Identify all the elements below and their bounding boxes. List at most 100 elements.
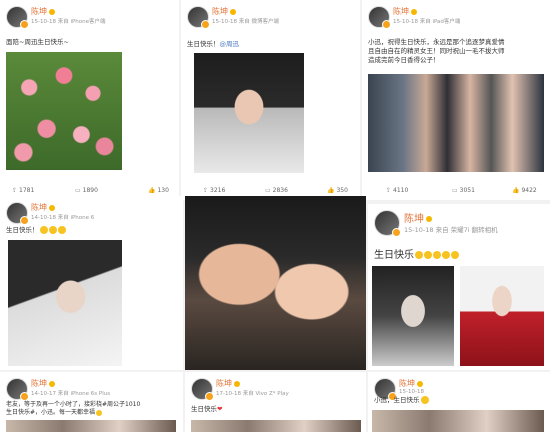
post-header: 陈坤 17-10-18 来自 Vivo Z* Play (185, 372, 366, 402)
weibo-post: 陈坤 14-10-18 来自 iPhone 6 生日快乐！ (0, 196, 183, 370)
post-text-line: 生日快乐#，小迅。每一天都幸福 (6, 409, 183, 417)
post-image[interactable] (372, 266, 454, 366)
username[interactable]: 陈坤 (212, 6, 236, 17)
post-image[interactable] (460, 266, 544, 366)
post-text: 生日快乐 (374, 250, 459, 262)
post-text: 面陪~周迅生日快乐~ (6, 38, 69, 46)
username[interactable]: 陈坤 (31, 378, 55, 389)
post-meta: 14-10-17 来自 iPhone 6s Plus (31, 391, 111, 397)
repost-icon: ⇪ (386, 187, 392, 194)
emoji-icon (39, 226, 48, 234)
post-text-line: 小迅，祝得生日快乐，永远是那个追逐梦真爱情 (368, 38, 505, 46)
post-image[interactable] (6, 420, 176, 432)
username[interactable]: 陈坤 (31, 6, 55, 17)
avatar[interactable] (6, 378, 29, 401)
avatar[interactable] (374, 210, 401, 237)
mention-link[interactable]: @周迅 (220, 40, 240, 48)
comment-icon: ▭ (75, 187, 81, 194)
repost-button[interactable]: ⇪ 4110 (386, 187, 408, 194)
username[interactable]: 陈坤 (404, 210, 432, 225)
post-image[interactable] (8, 240, 122, 366)
post-meta: 17-10-18 来自 Vivo Z* Play (216, 391, 289, 397)
verified-badge-icon (230, 8, 236, 15)
weibo-post: 陈坤 15-10-18 来自 iPhone客户端 面陪~周迅生日快乐~ ⇪ 178… (0, 0, 179, 200)
emoji-icon (96, 409, 103, 416)
verified-badge-icon (49, 204, 55, 211)
emoji-icon (415, 251, 423, 259)
verified-badge-icon (234, 380, 240, 387)
verified-badge-icon (49, 8, 55, 15)
post-header: 陈坤 15-10-18 来自 微博客户端 (181, 0, 360, 30)
thumb-up-icon: 👍 (148, 187, 156, 194)
emoji-icon (420, 396, 429, 404)
comment-button[interactable]: ▭ 2836 (265, 187, 288, 194)
post-text: 生日快乐！ (6, 226, 66, 235)
username[interactable]: 陈坤 (399, 378, 423, 389)
weibo-post: 陈坤 15-10-18 小迅，生日快乐 (368, 372, 550, 432)
weibo-post: 陈坤 17-10-18 来自 Vivo Z* Play 生日快乐❤ (185, 372, 366, 432)
like-button[interactable]: 👍 9422 (512, 187, 537, 194)
emoji-icon (442, 251, 450, 259)
avatar[interactable] (187, 6, 210, 29)
post-header: 陈坤 15-10-18 来自 iPhone客户端 (0, 0, 179, 30)
post-actions: ⇪ 4110 ▭ 3051 👍 9422 (362, 184, 550, 198)
like-button[interactable]: 👍 350 (327, 187, 348, 194)
weibo-post: 陈坤 14-10-17 来自 iPhone 6s Plus 老友，等于及再一个小… (0, 372, 183, 432)
weibo-post: 陈坤 15-10-18 来自 荣耀7i 翻转相机 生日快乐 (368, 204, 550, 370)
verified-badge-icon (417, 380, 423, 387)
username[interactable]: 陈坤 (31, 202, 55, 213)
thumb-up-icon: 👍 (512, 187, 520, 194)
post-text-line: 且自由自在的精灵女王！同时祝山一毛不拔大师 (368, 47, 505, 55)
comment-button[interactable]: ▭ 3051 (452, 187, 475, 194)
post-header: 陈坤 15-10-18 来自 iPad客户端 (362, 0, 550, 30)
post-meta: 15-10-18 来自 荣耀7i 翻转相机 (404, 226, 498, 234)
repost-icon: ⇪ (203, 187, 209, 194)
post-header: 陈坤 15-10-18 来自 荣耀7i 翻转相机 (368, 204, 550, 237)
emoji-icon (48, 226, 57, 234)
comment-icon: ▭ (452, 187, 458, 194)
post-meta: 15-10-18 来自 iPhone客户端 (31, 19, 106, 25)
post-image[interactable] (185, 196, 366, 370)
verified-badge-icon (411, 8, 417, 15)
post-image[interactable] (372, 410, 544, 432)
post-header: 陈坤 14-10-17 来自 iPhone 6s Plus (0, 372, 183, 402)
post-meta: 15-10-18 来自 iPad客户端 (393, 19, 461, 25)
post-text: 生日快乐❤ (191, 405, 223, 413)
post-text-line: 造成完前今日香得公子！ (368, 56, 440, 64)
post-image[interactable] (6, 52, 122, 170)
avatar[interactable] (6, 202, 29, 225)
username[interactable]: 陈坤 (393, 6, 417, 17)
emoji-icon (57, 226, 66, 234)
emoji-icon (424, 251, 432, 259)
post-text: 小迅，祝得生日快乐，永远是那个追逐梦真爱情 且自由自在的精灵女王！同时祝山一毛不… (368, 38, 548, 65)
avatar[interactable] (191, 378, 214, 401)
avatar[interactable] (368, 6, 391, 29)
emoji-icon (451, 251, 459, 259)
verified-badge-icon (426, 216, 432, 222)
repost-icon: ⇪ (12, 187, 18, 194)
comment-button[interactable]: ▭ 1890 (75, 187, 98, 194)
post-header: 陈坤 14-10-18 来自 iPhone 6 (0, 196, 183, 226)
post-text: 小迅，生日快乐 (374, 396, 429, 405)
repost-button[interactable]: ⇪ 1781 (12, 187, 34, 194)
comment-icon: ▭ (265, 187, 271, 194)
like-button[interactable]: 👍 130 (148, 187, 169, 194)
thumb-up-icon: 👍 (327, 187, 335, 194)
post-text-line: 老友，等于及再一个小时了，接彩桡#周公子1010 (6, 401, 141, 408)
post-image[interactable] (194, 53, 304, 173)
post-image[interactable] (191, 420, 361, 432)
post-image[interactable] (368, 74, 544, 172)
emoji-icon (433, 251, 441, 259)
avatar[interactable] (6, 6, 29, 29)
post-text: 生日快乐！@周迅 (187, 40, 240, 48)
post-text: 老友，等于及再一个小时了，接彩桡#周公子1010 生日快乐#，小迅。每一天都幸福 (6, 401, 183, 417)
weibo-post: 陈坤 15-10-18 来自 微博客户端 生日快乐！@周迅 ⇪ 3216 ▭ 283… (181, 0, 360, 200)
weibo-post: 陈坤 15-10-18 来自 iPad客户端 小迅，祝得生日快乐，永远是那个追逐… (362, 0, 550, 200)
repost-button[interactable]: ⇪ 3216 (203, 187, 225, 194)
post-meta: 15-10-18 (399, 389, 424, 395)
post-meta: 15-10-18 来自 微博客户端 (212, 19, 279, 25)
weibo-post (185, 196, 366, 370)
username[interactable]: 陈坤 (216, 378, 240, 389)
heart-icon: ❤ (217, 405, 223, 413)
verified-badge-icon (49, 380, 55, 387)
